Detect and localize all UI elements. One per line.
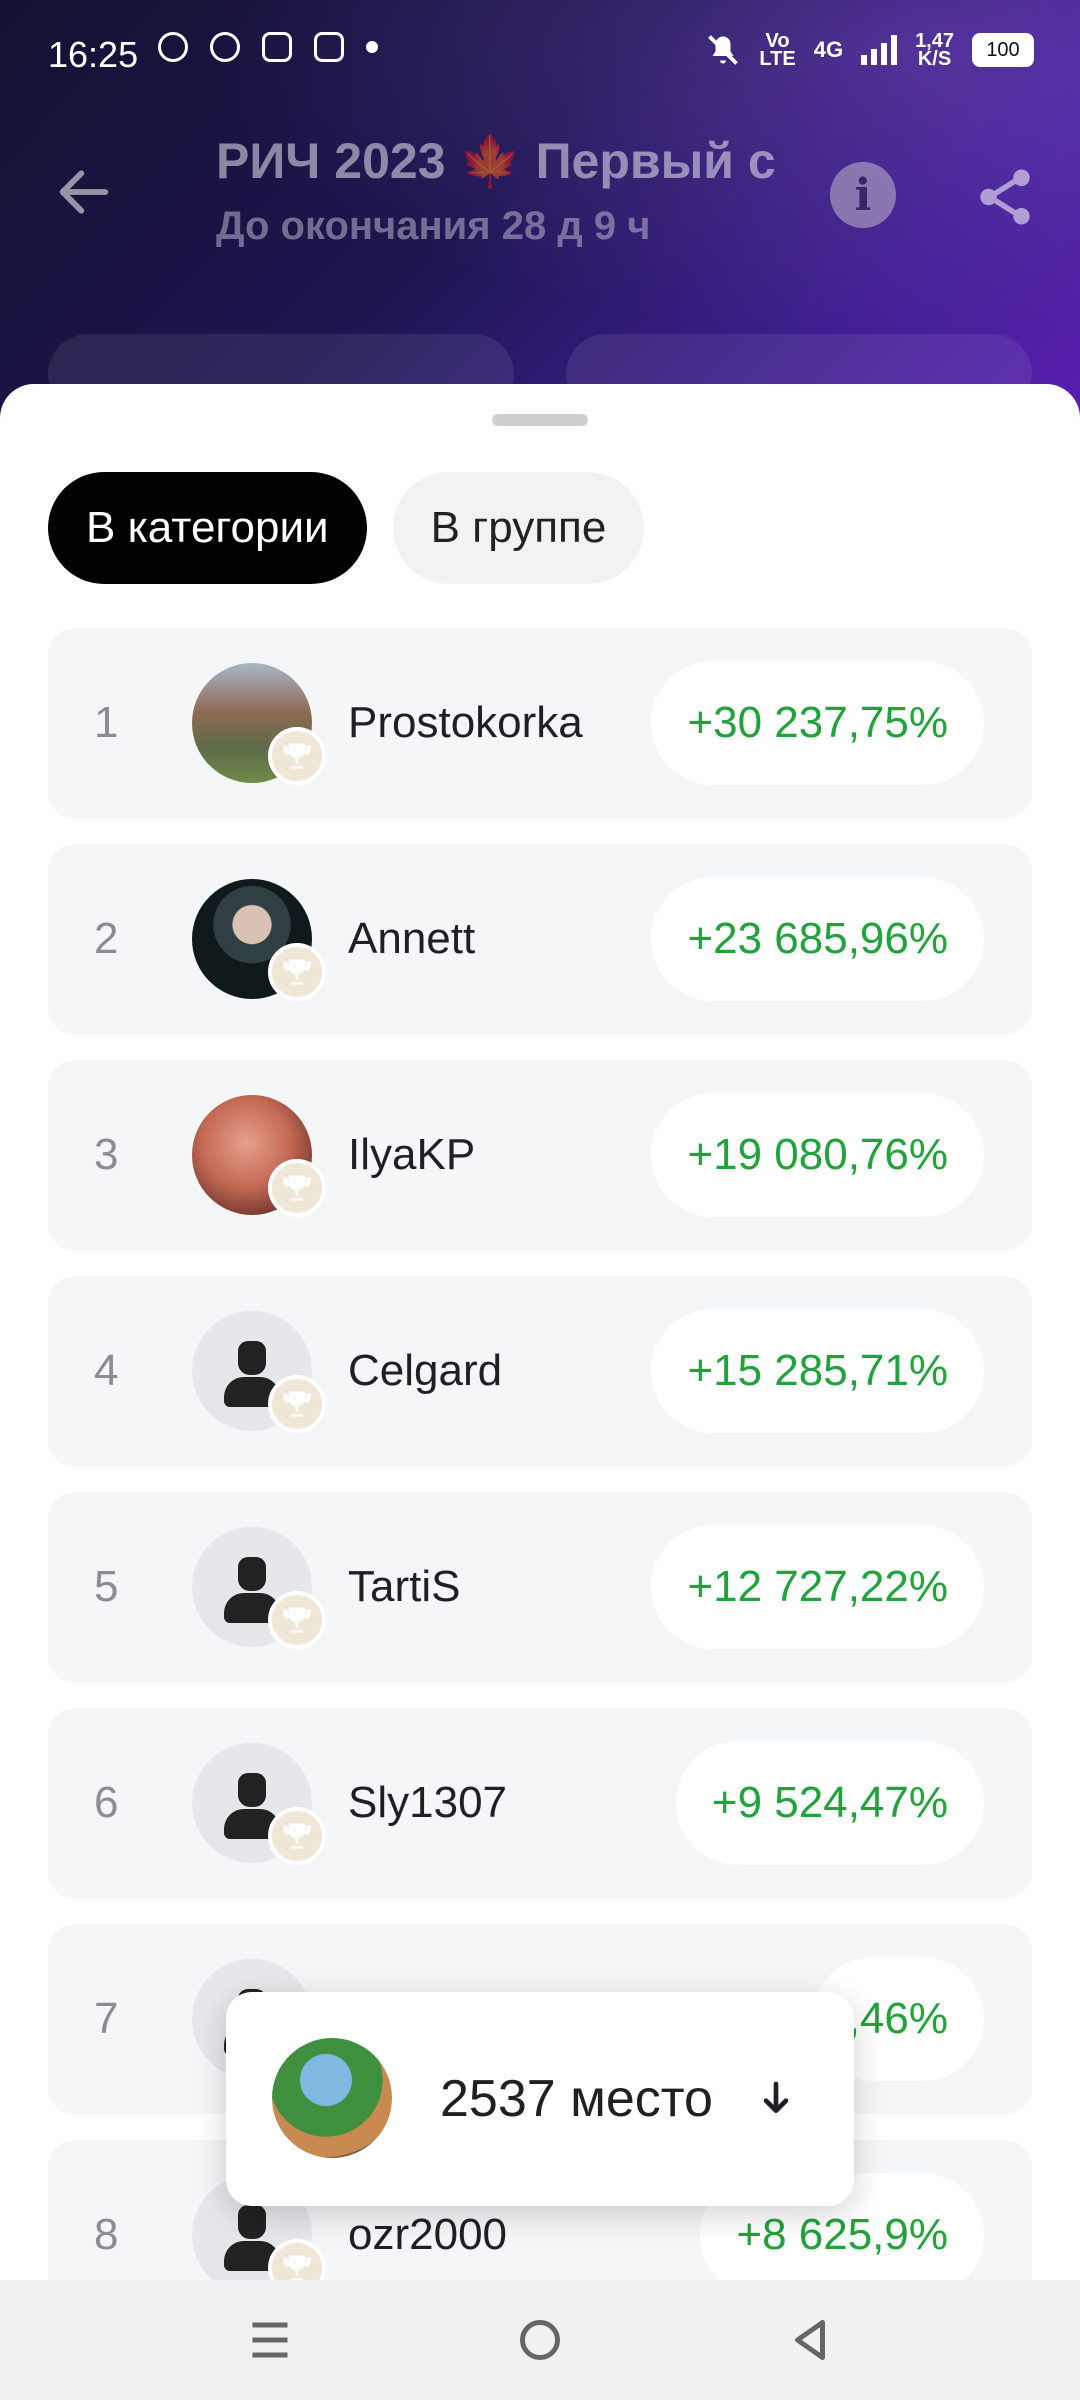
profit-percent: +9 524,47% xyxy=(675,1741,984,1865)
leaderboard-row[interactable]: 5 TartiS +12 727,22% xyxy=(48,1492,1032,1682)
profit-percent: +15 285,71% xyxy=(651,1309,984,1433)
info-icon: i xyxy=(854,169,872,221)
trophy-icon xyxy=(268,1807,326,1865)
trophy-icon xyxy=(268,943,326,1001)
leaderboard-row[interactable]: 2 Annett +23 685,96% xyxy=(48,844,1032,1034)
battery-icon: 100 xyxy=(972,33,1034,67)
notification-icons xyxy=(158,32,378,62)
user-name: TartiS xyxy=(348,1562,461,1611)
user-name: Prostokorka xyxy=(348,698,583,747)
trophy-icon xyxy=(268,1159,326,1217)
settings-icon xyxy=(158,32,188,62)
system-nav-bar xyxy=(0,2280,1080,2400)
leaderboard-row[interactable]: 6 Sly1307 +9 524,47% xyxy=(48,1708,1032,1898)
rank-number: 2 xyxy=(94,914,119,963)
back-triangle-icon xyxy=(795,2320,825,2360)
tab-in-group[interactable]: В группе xyxy=(392,472,645,584)
network-4g-text: 4G xyxy=(813,37,844,62)
user-name: Celgard xyxy=(348,1346,503,1395)
sheet-drag-handle[interactable] xyxy=(492,414,588,426)
leaderboard-tabs: В категории В группе xyxy=(48,472,645,584)
my-avatar xyxy=(272,2038,392,2158)
tab-in-category[interactable]: В категории xyxy=(48,472,367,584)
recent-apps-button[interactable] xyxy=(240,2310,300,2370)
info-button[interactable]: i xyxy=(830,162,896,228)
rank-number: 1 xyxy=(94,698,119,747)
arrow-down-icon xyxy=(756,1992,796,2206)
home-button[interactable] xyxy=(510,2310,570,2370)
page-title: РИЧ 2023 🍁 Первый сезон xyxy=(216,133,776,189)
rank-number: 7 xyxy=(94,1994,119,2043)
profit-percent: +12 727,22% xyxy=(651,1525,984,1649)
menu-lines-icon xyxy=(252,2322,288,2358)
leaderboard-row[interactable]: 3 IlyaKP +19 080,76% xyxy=(48,1060,1032,1250)
user-name: Annett xyxy=(348,914,476,963)
volte-indicator: Vo LTE xyxy=(759,31,796,70)
share-icon xyxy=(980,169,1030,225)
profit-percent: +19 080,76% xyxy=(651,1093,984,1217)
leaderboard-row[interactable]: 4 Celgard +15 285,71% xyxy=(48,1276,1032,1466)
rank-number: 6 xyxy=(94,1778,119,1827)
user-name: IlyaKP xyxy=(348,1130,476,1179)
app-header: РИЧ 2023 🍁 Первый сезон До окончания 28 … xyxy=(0,120,1080,260)
status-bar: 16:25 Vo LTE 4G 1,47 K/S 100 xyxy=(0,0,1080,110)
trophy-icon xyxy=(268,727,326,785)
network-speed: 1,47 K/S xyxy=(915,31,954,70)
more-notifications-dot-icon xyxy=(366,41,378,53)
arrow-left-icon xyxy=(59,170,109,214)
volte-lte-text: LTE xyxy=(759,48,796,70)
profit-percent: +23 685,96% xyxy=(651,877,984,1001)
signal-strength-icon xyxy=(861,35,898,65)
lab-flask-icon xyxy=(262,32,292,62)
back-button[interactable] xyxy=(52,160,116,224)
trophy-icon xyxy=(268,1375,326,1433)
my-place-card[interactable]: 2537 место xyxy=(226,1992,854,2206)
status-time: 16:25 xyxy=(48,34,139,75)
trophy-icon xyxy=(268,1591,326,1649)
status-right-icons: Vo LTE 4G 1,47 K/S 100 xyxy=(705,31,1034,70)
share-button[interactable] xyxy=(970,164,1040,230)
rank-number: 5 xyxy=(94,1562,119,1611)
user-name: Sly1307 xyxy=(348,1778,508,1827)
home-circle-icon xyxy=(520,2320,560,2360)
whatsapp-icon xyxy=(210,32,240,62)
my-place-label: 2537 место xyxy=(440,2070,713,2128)
profit-percent: +30 237,75% xyxy=(651,661,984,785)
app-notification-icon xyxy=(314,32,344,62)
page-subtitle: До окончания 28 д 9 ч xyxy=(216,204,651,248)
rank-number: 3 xyxy=(94,1130,119,1179)
leaderboard-row[interactable]: 1 Prostokorka +30 237,75% xyxy=(48,628,1032,818)
mute-bell-icon xyxy=(708,35,739,65)
rank-number: 4 xyxy=(94,1346,119,1395)
battery-level: 100 xyxy=(986,38,1020,61)
back-nav-button[interactable] xyxy=(780,2310,840,2370)
network-speed-unit: K/S xyxy=(917,48,952,70)
